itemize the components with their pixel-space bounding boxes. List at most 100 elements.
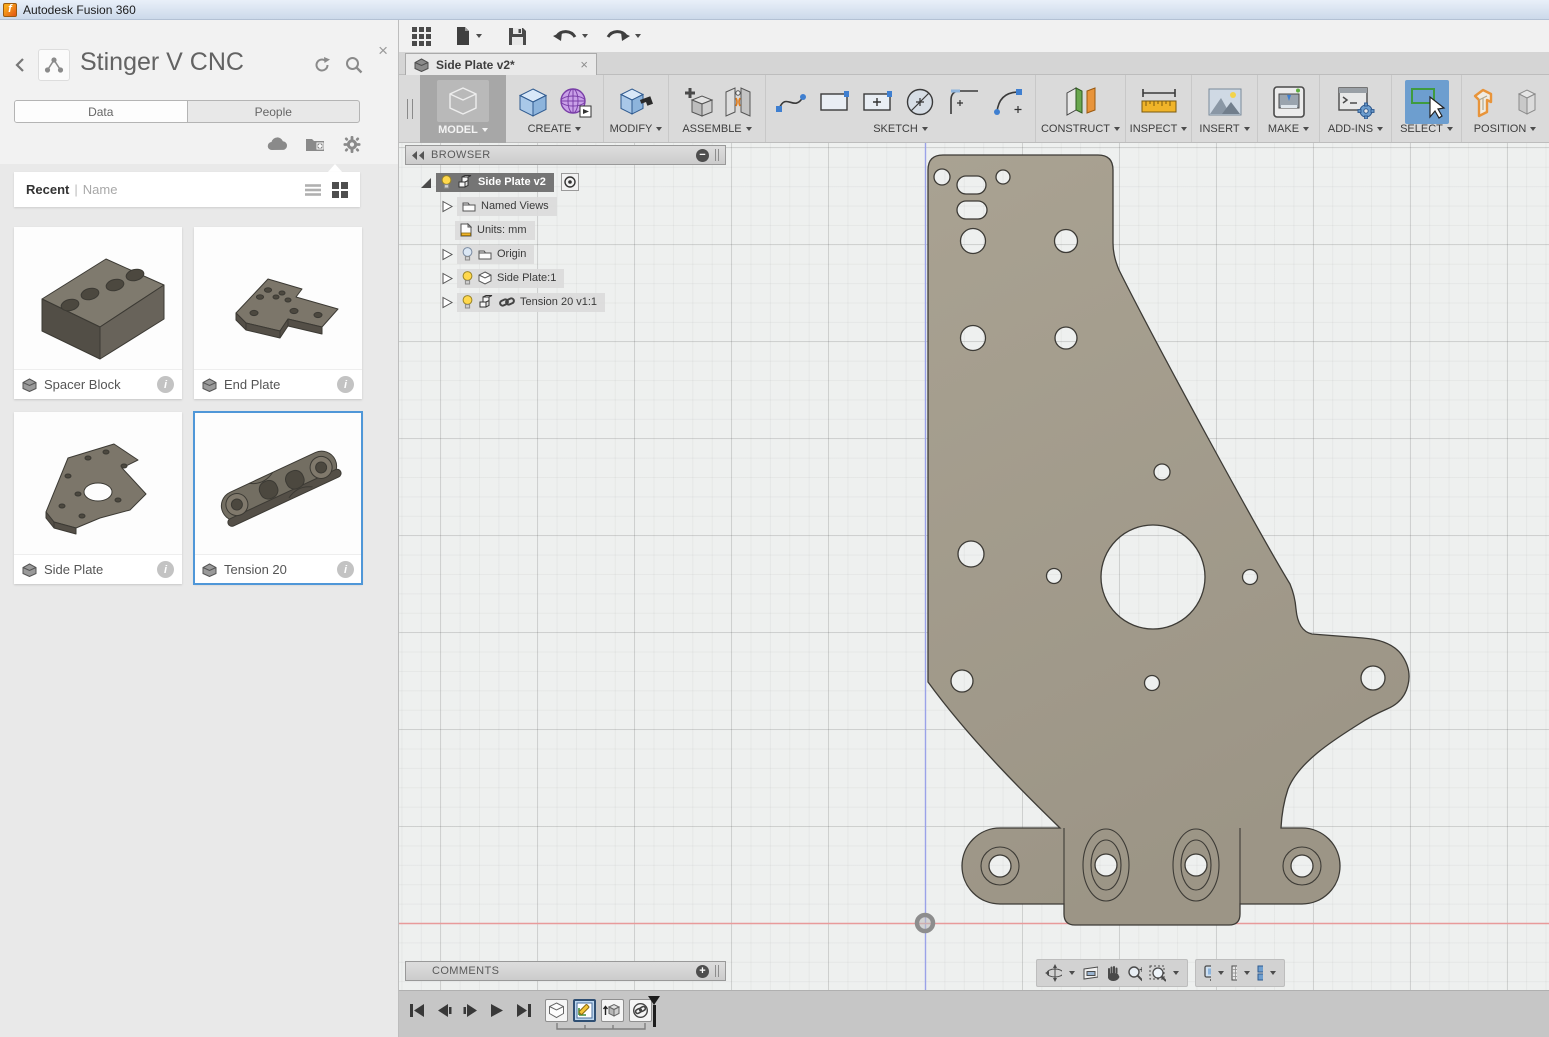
project-item-spacer-block[interactable]: Spacer Block i: [14, 227, 182, 399]
tree-node-root[interactable]: Side Plate v2: [419, 172, 579, 192]
origin-marker[interactable]: [917, 915, 933, 931]
sketch-arc-icon[interactable]: [993, 88, 1025, 116]
visibility-bulb-icon[interactable]: [462, 295, 473, 309]
display-caret[interactable]: [1218, 971, 1224, 975]
new-folder-icon[interactable]: [305, 135, 326, 153]
file-menu-caret: [476, 34, 482, 38]
zoom-icon[interactable]: [1127, 965, 1143, 982]
undo-button[interactable]: [553, 28, 588, 44]
search-button[interactable]: [344, 55, 364, 75]
comments-panel-header[interactable]: COMMENTS +: [405, 961, 726, 981]
workspace-selector[interactable]: MODEL: [420, 75, 506, 143]
tree-node-units[interactable]: Units: mm: [455, 220, 535, 240]
settings-gear-icon[interactable]: [342, 135, 362, 154]
file-menu-button[interactable]: [455, 26, 482, 46]
viewports-caret[interactable]: [1270, 971, 1276, 975]
revert-position-icon[interactable]: [1513, 86, 1541, 118]
3d-print-icon[interactable]: [1271, 85, 1307, 119]
expander-open-icon[interactable]: [419, 176, 432, 189]
tree-node-side-plate-1[interactable]: Side Plate:1: [441, 268, 564, 288]
component-cube-icon: [202, 563, 217, 577]
expander-closed-icon[interactable]: [441, 296, 453, 309]
ground-toggle-button[interactable]: [561, 173, 579, 191]
visibility-bulb-icon[interactable]: [441, 175, 452, 189]
sketch-rectangle-icon[interactable]: [819, 89, 849, 115]
feature-extrude[interactable]: [601, 999, 624, 1022]
sketch-spline-icon[interactable]: [776, 89, 806, 115]
tree-node-named-views[interactable]: Named Views: [441, 196, 557, 216]
step-back-button[interactable]: [436, 1003, 452, 1018]
expander-closed-icon[interactable]: [441, 248, 453, 261]
create-form-icon[interactable]: [558, 86, 592, 118]
tree-node-tension-20[interactable]: Tension 20 v1:1: [441, 292, 605, 312]
step-forward-button[interactable]: [463, 1003, 479, 1018]
display-settings-icon[interactable]: [1204, 965, 1211, 981]
create-solid-icon[interactable]: [517, 86, 549, 118]
browser-grip[interactable]: [715, 149, 719, 161]
joint-icon[interactable]: [723, 86, 753, 118]
grid-caret[interactable]: [1244, 971, 1250, 975]
share-cloud-icon[interactable]: [266, 135, 289, 153]
project-item-side-plate[interactable]: Side Plate i: [14, 412, 182, 584]
feature-sketch-selected[interactable]: [573, 999, 596, 1022]
go-to-start-button[interactable]: [409, 1003, 425, 1018]
grid-view-icon[interactable]: [332, 182, 348, 198]
browser-panel-header[interactable]: BROWSER −: [405, 145, 726, 165]
comments-expand-button[interactable]: +: [696, 965, 709, 978]
expander-closed-icon[interactable]: [441, 200, 453, 213]
body-cube-icon: [478, 271, 492, 285]
document-tab[interactable]: Side Plate v2* ×: [405, 53, 597, 75]
zoom-window-caret[interactable]: [1173, 971, 1179, 975]
scripts-addins-icon[interactable]: [1337, 85, 1375, 119]
collapse-arrows-icon[interactable]: [412, 151, 425, 160]
measure-icon[interactable]: [1139, 87, 1179, 117]
visibility-bulb-off-icon[interactable]: [462, 247, 473, 261]
item-info-icon[interactable]: i: [337, 561, 354, 578]
zoom-window-icon[interactable]: [1149, 965, 1166, 982]
insert-image-icon[interactable]: [1208, 86, 1242, 118]
new-component-icon[interactable]: [682, 86, 714, 118]
tab-data[interactable]: Data: [15, 101, 187, 122]
item-info-icon[interactable]: i: [157, 376, 174, 393]
project-item-tension-20[interactable]: Tension 20 i: [194, 412, 362, 584]
sketch-center-rectangle-icon[interactable]: [862, 89, 892, 115]
capture-position-icon[interactable]: [1469, 86, 1499, 118]
item-info-icon[interactable]: i: [157, 561, 174, 578]
visibility-bulb-icon[interactable]: [462, 271, 473, 285]
comments-grip[interactable]: [715, 965, 719, 977]
list-view-icon[interactable]: [304, 183, 322, 197]
play-button[interactable]: [490, 1003, 505, 1018]
back-button[interactable]: [12, 56, 30, 74]
select-tool-active[interactable]: [1405, 80, 1449, 124]
redo-button[interactable]: [606, 28, 641, 44]
refresh-button[interactable]: [312, 55, 332, 75]
document-tab-close[interactable]: ×: [580, 58, 588, 71]
orbit-caret[interactable]: [1069, 971, 1075, 975]
construct-plane-icon[interactable]: [1061, 85, 1101, 119]
project-item-end-plate[interactable]: End Plate i: [194, 227, 362, 399]
tree-node-origin[interactable]: Origin: [441, 244, 534, 264]
grid-settings-icon[interactable]: [1231, 965, 1237, 981]
sketch-circle-icon[interactable]: [905, 87, 935, 117]
save-button[interactable]: [508, 27, 527, 46]
project-title: Stinger V CNC: [80, 48, 244, 77]
app-grid-button[interactable]: [412, 27, 431, 46]
go-to-end-button[interactable]: [516, 1003, 532, 1018]
sort-recent[interactable]: Recent: [26, 182, 69, 197]
look-at-icon[interactable]: [1082, 965, 1098, 981]
viewports-icon[interactable]: [1257, 965, 1263, 981]
side-plate-body[interactable]: [928, 155, 1409, 925]
close-panel-button[interactable]: ×: [378, 42, 388, 59]
modify-press-pull-icon[interactable]: [619, 86, 653, 118]
viewport-canvas[interactable]: BROWSER − Side Plate v2: [399, 143, 1549, 990]
toolbar-grip[interactable]: [407, 99, 413, 119]
sort-name[interactable]: Name: [83, 182, 118, 197]
tab-people[interactable]: People: [187, 101, 360, 122]
feature-base-body[interactable]: [545, 999, 568, 1022]
expander-closed-icon[interactable]: [441, 272, 453, 285]
item-info-icon[interactable]: i: [337, 376, 354, 393]
browser-collapse-button[interactable]: −: [696, 149, 709, 162]
orbit-icon[interactable]: [1045, 964, 1062, 982]
pan-hand-icon[interactable]: [1105, 965, 1120, 982]
sketch-fillet-icon[interactable]: [948, 88, 980, 116]
